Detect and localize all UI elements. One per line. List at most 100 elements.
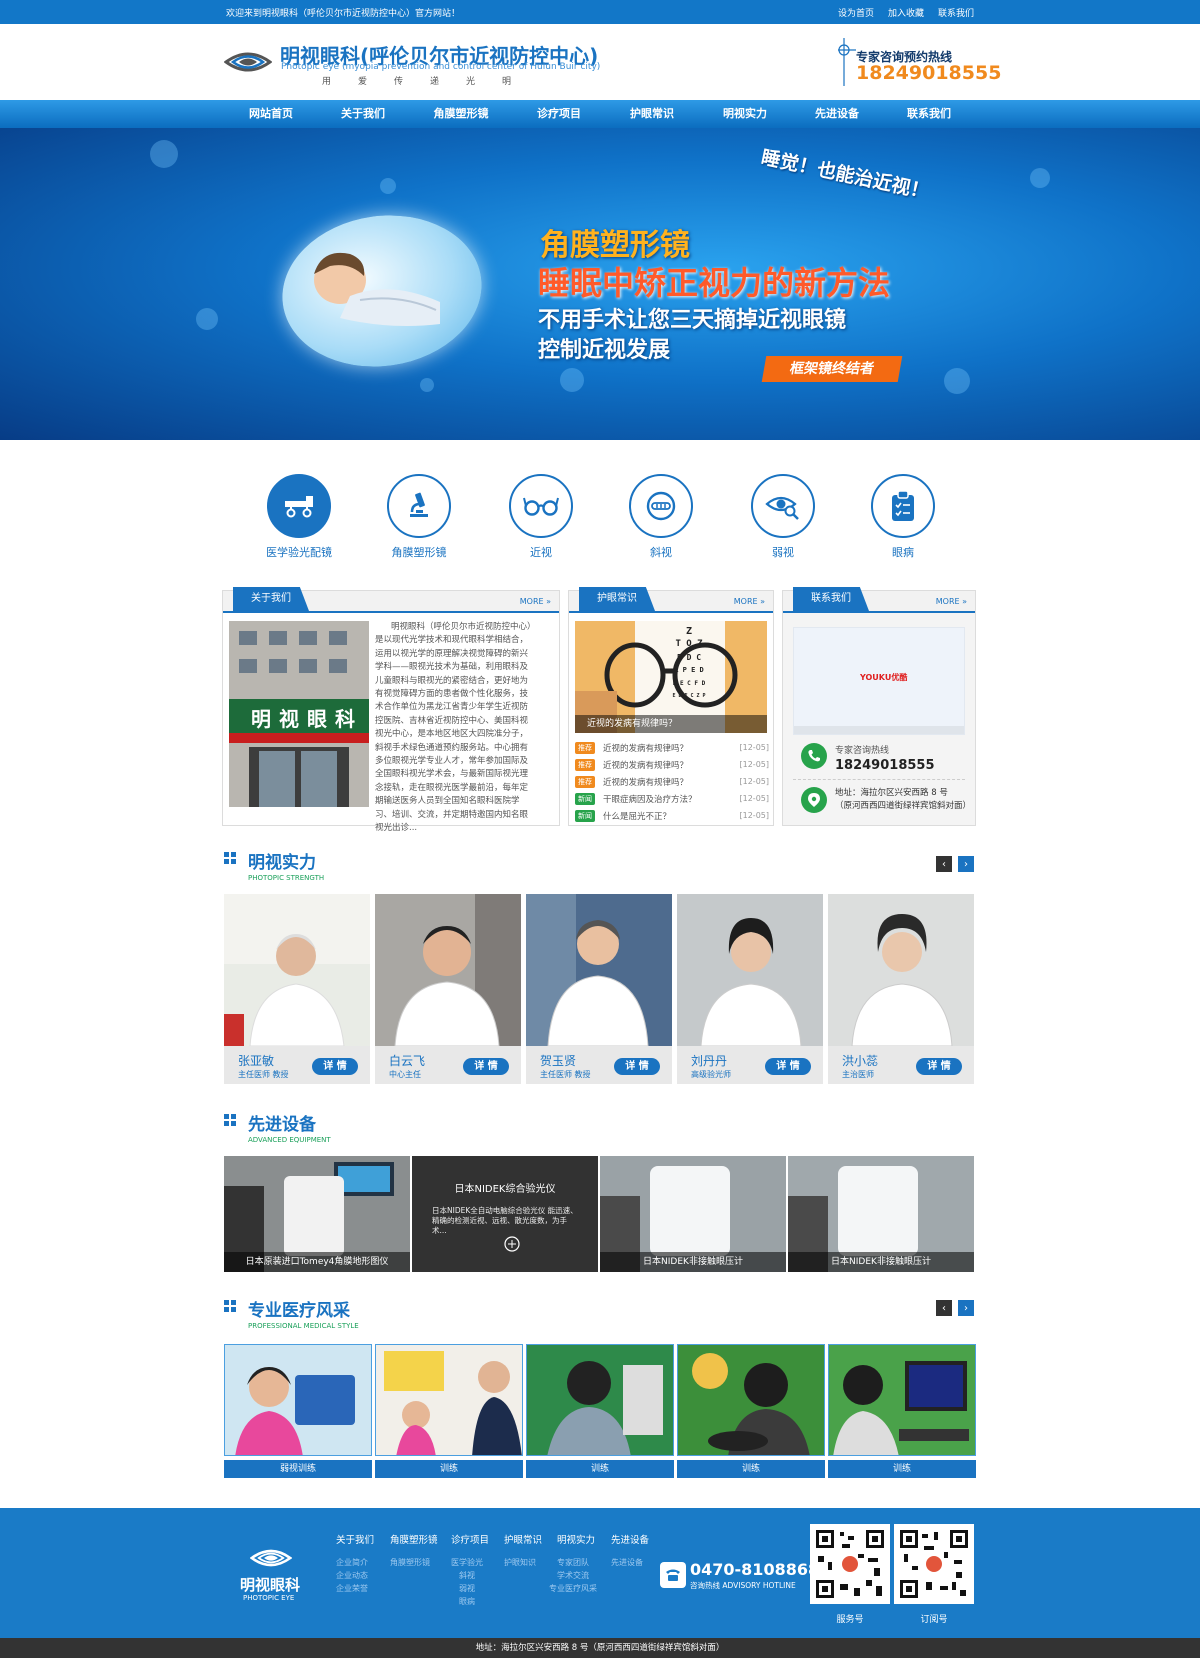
service-strabismus[interactable]: 斜视 — [616, 474, 706, 560]
style-card[interactable]: 弱视训练 — [224, 1344, 372, 1478]
service-myopia[interactable]: 近视 — [496, 474, 586, 560]
qr-code-subscribe[interactable] — [894, 1524, 974, 1604]
service-glasses-fitting[interactable]: 医学验光配镜 — [254, 474, 344, 560]
news-title[interactable]: 干眼症病因及治疗方法？ — [603, 793, 740, 805]
qr-code-service[interactable] — [810, 1524, 890, 1604]
clipboard-icon — [871, 474, 935, 538]
footer-col-heading[interactable]: 明视实力 — [557, 1532, 597, 1546]
doctor-photo[interactable] — [375, 894, 521, 1046]
footer-link[interactable]: 医学验光 — [451, 1556, 489, 1569]
detail-button[interactable]: 详 情 — [312, 1058, 358, 1075]
footer-link[interactable]: 企业荣誉 — [336, 1582, 374, 1595]
contact-us-link[interactable]: 联系我们 — [938, 6, 974, 19]
footer-link[interactable]: 企业动态 — [336, 1569, 374, 1582]
service-eye-disease[interactable]: 眼病 — [858, 474, 948, 560]
equipment-card[interactable]: 日本NIDEK综合验光仪 日本NIDEK全自动电脑综合验光仪 能迅速、精确的检测… — [412, 1156, 598, 1272]
more-link[interactable]: MORE » — [734, 597, 765, 606]
nav-equipment[interactable]: 先进设备 — [791, 100, 883, 128]
style-photo[interactable] — [677, 1344, 825, 1456]
news-title[interactable]: 近视的发病有规律吗？ — [603, 759, 740, 771]
news-title[interactable]: 什么是屈光不正？ — [603, 810, 740, 822]
doctor-card[interactable]: 刘丹丹 高级验光师 详 情 — [677, 894, 823, 1084]
prev-arrow-icon[interactable]: ‹ — [936, 1300, 952, 1316]
doctor-photo[interactable] — [526, 894, 672, 1046]
hero-banner[interactable]: 睡觉！也能治近视！ 角膜塑形镜 睡眠中矫正视力的新方法 不用手术让您三天摘掉近视… — [0, 128, 1200, 440]
eye-care-tab[interactable]: 护眼常识 — [579, 587, 655, 611]
footer-link[interactable]: 眼病 — [451, 1595, 489, 1608]
more-link[interactable]: MORE » — [520, 597, 551, 606]
footer-link[interactable]: 角膜塑形镜 — [390, 1556, 438, 1569]
doctor-photo[interactable] — [828, 894, 974, 1046]
footer-link[interactable]: 弱视 — [451, 1582, 489, 1595]
next-arrow-icon[interactable]: › — [958, 1300, 974, 1316]
about-tab[interactable]: 关于我们 — [233, 587, 309, 611]
footer-link[interactable]: 专家团队 — [557, 1556, 597, 1569]
more-link[interactable]: MORE » — [936, 597, 967, 606]
footer-link[interactable]: 先进设备 — [611, 1556, 649, 1569]
style-card[interactable]: 训练 — [677, 1344, 825, 1478]
news-title[interactable]: 近视的发病有规律吗？ — [603, 776, 740, 788]
footer-col-heading[interactable]: 关于我们 — [336, 1532, 374, 1546]
doctor-photo[interactable] — [224, 894, 370, 1046]
nav-strength[interactable]: 明视实力 — [699, 100, 791, 128]
add-favorite-link[interactable]: 加入收藏 — [888, 6, 924, 19]
equipment-card[interactable]: 日本NIDEK非接触眼压计 — [600, 1156, 786, 1272]
footer-link[interactable]: 斜视 — [451, 1569, 489, 1582]
doctor-card[interactable]: 白云飞 中心主任 详 情 — [375, 894, 521, 1084]
doctor-name: 白云飞 — [389, 1054, 426, 1068]
equipment-card[interactable]: 日本原装进口Tomey4角膜地形图仪 — [224, 1156, 410, 1272]
news-item[interactable]: 新闻 干眼症病因及治疗方法？ [12-05] — [575, 790, 769, 807]
style-photo[interactable] — [828, 1344, 976, 1456]
footer-col-heading[interactable]: 角膜塑形镜 — [390, 1532, 438, 1546]
banner-tag[interactable]: 框架镜终结者 — [761, 356, 903, 382]
footer-col-heading[interactable]: 先进设备 — [611, 1532, 649, 1546]
clinic-building-image[interactable]: 明视眼科 — [229, 621, 369, 807]
nav-contact[interactable]: 联系我们 — [883, 100, 975, 128]
style-card[interactable]: 训练 — [375, 1344, 523, 1478]
style-photo[interactable] — [526, 1344, 674, 1456]
video-player[interactable]: YOUKU优酷 — [793, 627, 965, 735]
nav-ortho-k[interactable]: 角膜塑形镜 — [415, 100, 507, 128]
section-title: 明视实力 — [248, 853, 316, 873]
doctor-card[interactable]: 张亚敏 主任医师 教授 详 情 — [224, 894, 370, 1084]
style-photo[interactable] — [224, 1344, 372, 1456]
nav-eye-care[interactable]: 护眼常识 — [606, 100, 698, 128]
news-item[interactable]: 推荐 近视的发病有规律吗？ [12-05] — [575, 739, 769, 756]
news-item[interactable]: 推荐 近视的发病有规律吗？ [12-05] — [575, 773, 769, 790]
next-arrow-icon[interactable]: › — [958, 856, 974, 872]
nav-treatment[interactable]: 诊疗项目 — [513, 100, 605, 128]
equipment-card[interactable]: 日本NIDEK非接触眼压计 — [788, 1156, 974, 1272]
news-title[interactable]: 近视的发病有规律吗？ — [603, 742, 740, 754]
detail-button[interactable]: 详 情 — [765, 1058, 811, 1075]
detail-button[interactable]: 详 情 — [614, 1058, 660, 1075]
detail-button[interactable]: 详 情 — [916, 1058, 962, 1075]
contact-tab[interactable]: 联系我们 — [793, 587, 869, 611]
section-title: 先进设备 — [248, 1115, 316, 1135]
doctor-card[interactable]: 贺玉贤 主任医师 教授 详 情 — [526, 894, 672, 1084]
style-card[interactable]: 训练 — [828, 1344, 976, 1478]
doctor-card[interactable]: 洪小蕊 主治医师 详 情 — [828, 894, 974, 1084]
set-homepage-link[interactable]: 设为首页 — [838, 6, 874, 19]
service-amblyopia[interactable]: 弱视 — [738, 474, 828, 560]
style-photo[interactable] — [375, 1344, 523, 1456]
detail-button[interactable]: 详 情 — [463, 1058, 509, 1075]
nav-about[interactable]: 关于我们 — [317, 100, 409, 128]
footer-link[interactable]: 企业简介 — [336, 1556, 374, 1569]
logo-eye-icon[interactable] — [224, 44, 272, 80]
nav-home[interactable]: 网站首页 — [225, 100, 317, 128]
video-controls[interactable] — [794, 726, 964, 734]
news-item[interactable]: 推荐 近视的发病有规律吗？ [12-05] — [575, 756, 769, 773]
footer-link[interactable]: 学术交流 — [557, 1569, 597, 1582]
footer-link[interactable]: 专业医疗风采 — [549, 1582, 597, 1595]
footer-col-heading[interactable]: 诊疗项目 — [451, 1532, 489, 1546]
footer-logo-eye-icon[interactable] — [250, 1544, 292, 1572]
news-caption[interactable]: 近视的发病有规律吗？ — [575, 715, 767, 733]
style-card[interactable]: 训练 — [526, 1344, 674, 1478]
footer-link[interactable]: 护眼知识 — [504, 1556, 542, 1569]
footer-col-heading[interactable]: 护眼常识 — [504, 1532, 542, 1546]
style-caption: 训练 — [677, 1460, 825, 1478]
service-ortho-k[interactable]: 角膜塑形镜 — [374, 474, 464, 560]
news-item[interactable]: 新闻 什么是屈光不正？ [12-05] — [575, 807, 769, 824]
prev-arrow-icon[interactable]: ‹ — [936, 856, 952, 872]
doctor-photo[interactable] — [677, 894, 823, 1046]
